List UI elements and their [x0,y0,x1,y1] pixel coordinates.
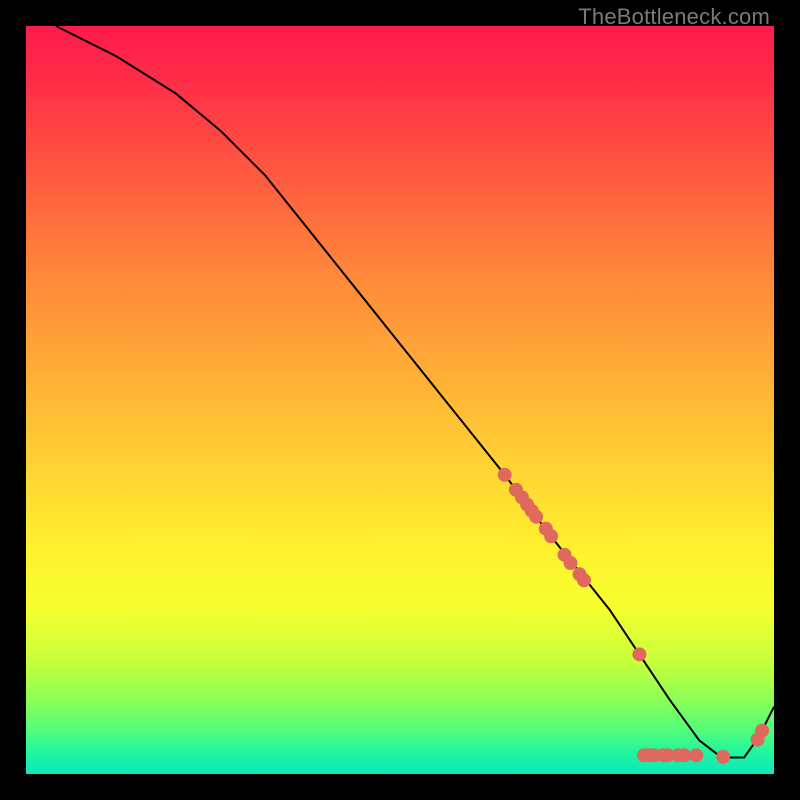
bottleneck-curve [56,26,774,758]
data-marker [544,529,558,543]
chart-frame: TheBottleneck.com [0,0,800,800]
data-marker [529,510,543,524]
data-marker [632,647,646,661]
data-marker [564,556,578,570]
data-marker [755,724,769,738]
data-marker [689,748,703,762]
chart-overlay [26,26,774,774]
plot-area [26,26,774,774]
data-markers [498,468,769,764]
data-marker [577,573,591,587]
data-marker [677,748,691,762]
data-marker [716,750,730,764]
data-marker [498,468,512,482]
